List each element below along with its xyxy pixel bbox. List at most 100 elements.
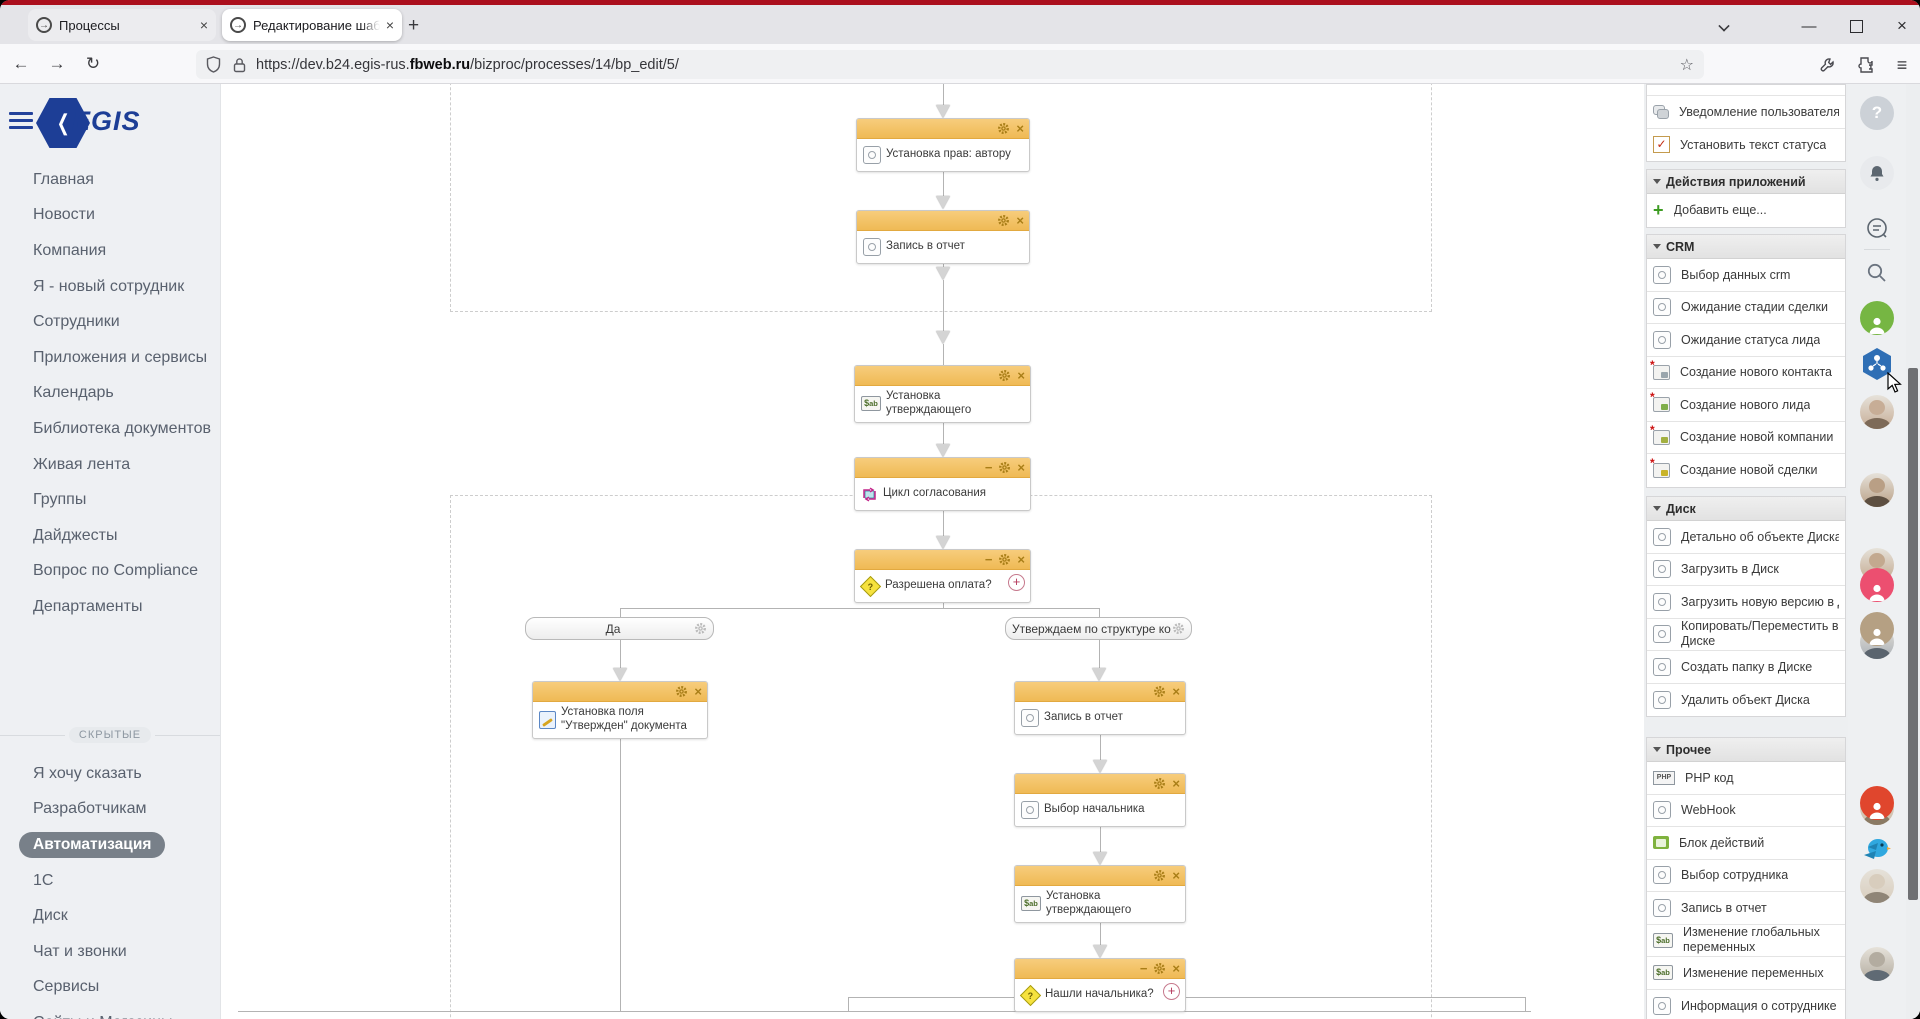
- palette-section-header[interactable]: Диск: [1647, 497, 1845, 521]
- gear-icon[interactable]: [997, 122, 1010, 135]
- sidebar-item[interactable]: Дайджесты: [0, 518, 220, 554]
- gear-icon[interactable]: [998, 553, 1011, 566]
- palette-item[interactable]: PHPPHP код: [1647, 762, 1845, 795]
- sidebar-item-active[interactable]: Автоматизация: [0, 827, 220, 863]
- window-minimize-button[interactable]: —: [1794, 13, 1824, 39]
- palette-item[interactable]: $abИзменение глобальных переменных: [1647, 925, 1845, 958]
- add-branch-button[interactable]: +: [1008, 574, 1025, 591]
- new-tab-button[interactable]: +: [408, 15, 419, 37]
- sidebar-item[interactable]: Сервисы: [0, 970, 220, 1006]
- gear-icon[interactable]: [997, 214, 1010, 227]
- palette-item[interactable]: Создание новой сделки: [1647, 454, 1845, 487]
- avatar-person-placeholder[interactable]: [1860, 301, 1894, 335]
- bookmark-star-icon[interactable]: ☆: [1680, 55, 1694, 75]
- close-icon[interactable]: ×: [694, 685, 702, 698]
- palette-item[interactable]: Ожидание статуса лида: [1647, 324, 1845, 357]
- gear-icon[interactable]: [998, 461, 1011, 474]
- search-icon[interactable]: [1860, 256, 1894, 290]
- palette-item[interactable]: Информация о сотруднике: [1647, 990, 1845, 1019]
- gear-icon[interactable]: [1153, 962, 1166, 975]
- gear-icon[interactable]: [694, 622, 707, 635]
- palette-item[interactable]: Детально об объекте Диска: [1647, 521, 1845, 554]
- gear-icon[interactable]: [1172, 622, 1185, 635]
- close-icon[interactable]: ×: [1172, 869, 1180, 882]
- palette-item[interactable]: Копировать/Переместить в Диске: [1647, 619, 1845, 652]
- close-icon[interactable]: ×: [1017, 461, 1025, 474]
- close-icon[interactable]: ×: [1172, 962, 1180, 975]
- palette-item[interactable]: Создание новой компании: [1647, 422, 1845, 455]
- avatar-bird-mascot[interactable]: [1860, 831, 1894, 865]
- block-report-1[interactable]: × Запись в отчет: [856, 210, 1030, 264]
- palette-item[interactable]: $abИзменение переменных: [1647, 957, 1845, 990]
- collapse-icon[interactable]: −: [1140, 962, 1148, 975]
- gear-icon[interactable]: [998, 369, 1011, 382]
- gear-icon[interactable]: [997, 122, 1010, 135]
- reload-button[interactable]: ↻: [80, 52, 106, 76]
- tab-close-icon[interactable]: ×: [386, 17, 394, 33]
- page-tools-wrench-icon[interactable]: [1815, 53, 1839, 77]
- palette-item[interactable]: Удалить объект Диска: [1647, 684, 1845, 717]
- avatar-photo[interactable]: [1860, 395, 1894, 429]
- palette-item[interactable]: Загрузить в Диск: [1647, 554, 1845, 587]
- sidebar-item[interactable]: Чат и звонки: [0, 934, 220, 970]
- messenger-icon[interactable]: [1860, 211, 1894, 245]
- gear-icon[interactable]: [1153, 685, 1166, 698]
- block-report-2[interactable]: × Запись в отчет: [1014, 681, 1186, 735]
- gear-icon[interactable]: [1153, 962, 1166, 975]
- sidebar-menu-icon[interactable]: [9, 112, 33, 130]
- gear-icon[interactable]: [1153, 869, 1166, 882]
- scrollbar-thumb[interactable]: [1908, 368, 1918, 900]
- palette-item[interactable]: Выбор сотрудника: [1647, 860, 1845, 893]
- sidebar-item[interactable]: Вопрос по Compliance: [0, 554, 220, 590]
- close-icon[interactable]: ×: [1017, 369, 1025, 382]
- avatar-person-placeholder[interactable]: [1860, 786, 1894, 820]
- palette-item[interactable]: Запись в отчет: [1647, 892, 1845, 925]
- hidden-sections-divider[interactable]: СКРЫТЫЕ: [0, 724, 220, 746]
- palette-item[interactable]: WebHook: [1647, 795, 1845, 828]
- close-icon[interactable]: ×: [1016, 214, 1024, 227]
- avatar-person-placeholder[interactable]: [1860, 568, 1894, 602]
- active-item-pill[interactable]: Автоматизация: [19, 832, 165, 858]
- gear-icon[interactable]: [998, 461, 1011, 474]
- tab-processes[interactable]: → Процессы ×: [28, 9, 216, 41]
- sidebar-item[interactable]: Новости: [0, 198, 220, 234]
- gear-icon[interactable]: [1153, 777, 1166, 790]
- notifications-bell-icon[interactable]: [1860, 156, 1894, 190]
- sidebar-item[interactable]: Разработчикам: [0, 792, 220, 828]
- forward-button[interactable]: →: [44, 52, 70, 76]
- help-icon[interactable]: ?: [1860, 96, 1894, 130]
- branch-pill[interactable]: Утверждаем по структуре ко...: [1005, 617, 1192, 640]
- tab-close-icon[interactable]: ×: [200, 17, 208, 33]
- gear-icon[interactable]: [675, 685, 688, 698]
- browser-menu-icon[interactable]: ≡: [1890, 53, 1914, 77]
- sidebar-item[interactable]: Сайты и Магазины: [0, 1005, 220, 1019]
- sidebar-item[interactable]: Библиотека документов: [0, 411, 220, 447]
- palette-section-header[interactable]: Действия приложений: [1647, 170, 1845, 194]
- extensions-puzzle-icon[interactable]: [1854, 53, 1878, 77]
- sidebar-item[interactable]: Главная: [0, 162, 220, 198]
- palette-item[interactable]: ✓Установить текст статуса: [1647, 129, 1845, 162]
- gear-icon[interactable]: [997, 214, 1010, 227]
- palette-item[interactable]: Создание нового лида: [1647, 389, 1845, 422]
- sidebar-item[interactable]: Департаменты: [0, 589, 220, 625]
- gear-icon[interactable]: [1153, 685, 1166, 698]
- avatar-person-placeholder[interactable]: [1860, 612, 1894, 646]
- close-icon[interactable]: ×: [1172, 777, 1180, 790]
- collapse-icon[interactable]: −: [985, 461, 993, 474]
- sidebar-item[interactable]: Календарь: [0, 376, 220, 412]
- block-set-approver-1[interactable]: × $ab Установка утверждающего: [854, 365, 1031, 423]
- close-icon[interactable]: ×: [1016, 122, 1024, 135]
- block-chief-found[interactable]: −× ? Нашли начальника? +: [1014, 958, 1186, 1012]
- branch-pill[interactable]: Да: [525, 617, 714, 640]
- palette-item[interactable]: Загрузить новую версию в Диск: [1647, 586, 1845, 619]
- palette-item[interactable]: +Добавить еще...: [1647, 194, 1845, 227]
- palette-section-header[interactable]: CRM: [1647, 235, 1845, 259]
- close-icon[interactable]: ×: [1172, 685, 1180, 698]
- sidebar-item[interactable]: Я хочу сказать: [0, 756, 220, 792]
- close-icon[interactable]: ×: [1017, 553, 1025, 566]
- palette-item[interactable]: Выбор данных crm: [1647, 259, 1845, 292]
- page-scrollbar[interactable]: [1906, 84, 1920, 1019]
- sidebar-item[interactable]: Живая лента: [0, 447, 220, 483]
- window-close-button[interactable]: ×: [1887, 13, 1917, 39]
- url-bar[interactable]: https://dev.b24.egis-rus.fbweb.ru/bizpro…: [196, 50, 1704, 79]
